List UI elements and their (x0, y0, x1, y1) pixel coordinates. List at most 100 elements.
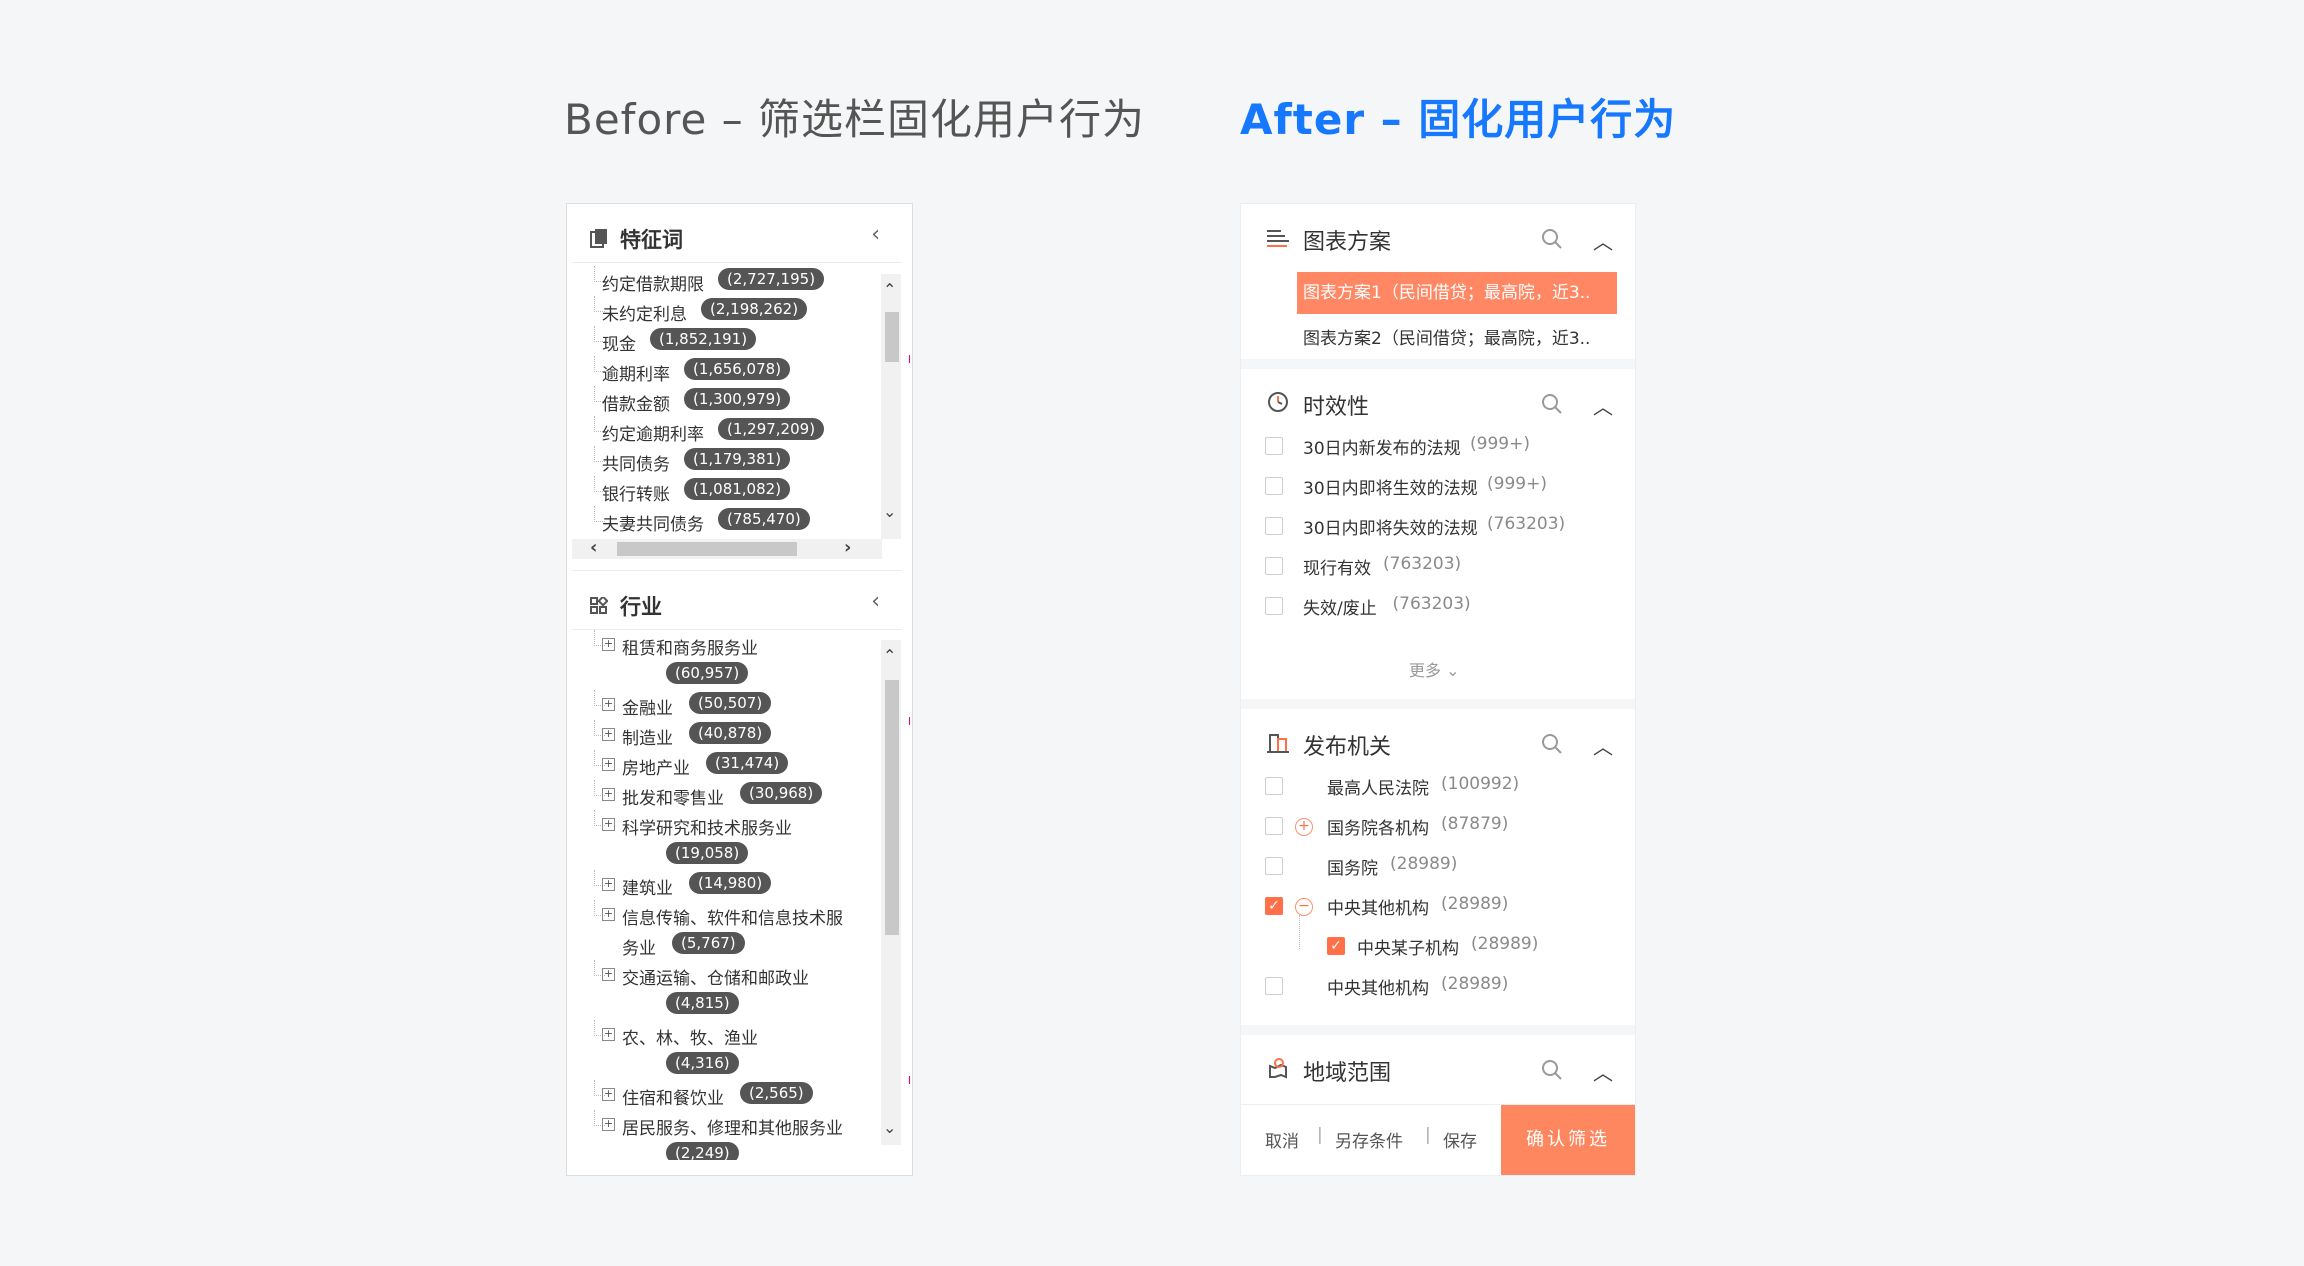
scroll-thumb[interactable] (885, 680, 899, 935)
checkbox-row[interactable]: 失效/废止 (763203) (1265, 589, 1615, 625)
list-item[interactable]: + 住宿和餐饮业 (2,565) (572, 1080, 882, 1110)
checked-checkbox[interactable]: ✓ (1265, 897, 1283, 915)
scroll-thumb[interactable] (885, 312, 899, 362)
chevron-up-icon[interactable]: ︿ (1593, 226, 1613, 255)
industry-header[interactable]: 行业 ‹ (572, 570, 902, 630)
confirm-filter-button[interactable]: 确认筛选 (1501, 1105, 1635, 1175)
plan-item-1[interactable]: 图表方案1（民间借贷；最高院，近3.. (1297, 272, 1617, 314)
list-item[interactable]: 逾期利率 (1,656,078) (572, 356, 882, 386)
expand-icon[interactable]: + (602, 908, 615, 921)
checkbox-row[interactable]: 现行有效 (763203) (1265, 549, 1615, 585)
keywords-hscroll[interactable]: ‹ › (572, 537, 882, 559)
checkbox[interactable] (1265, 557, 1283, 575)
chevron-up-icon[interactable]: ︿ (1593, 391, 1613, 420)
chevron-up-icon[interactable]: ⌃ (883, 280, 896, 299)
search-icon[interactable] (1541, 393, 1563, 419)
chevron-up-icon[interactable]: ⌃ (883, 646, 896, 665)
expand-icon[interactable]: + (602, 698, 615, 711)
search-icon[interactable] (1541, 1059, 1563, 1085)
save-as-button[interactable]: 另存条件 (1335, 1127, 1403, 1152)
checkbox[interactable] (1265, 437, 1283, 455)
list-item[interactable]: 未约定利息 (2,198,262) (572, 296, 882, 326)
checkbox[interactable] (1265, 777, 1283, 795)
chevron-down-icon[interactable]: ⌄ (883, 502, 896, 521)
chevron-down-icon: ⌄ (1446, 661, 1460, 680)
keywords-title: 特征词 (620, 228, 683, 252)
checkbox-row[interactable]: + 国务院各机构 (87879) (1265, 809, 1605, 845)
checkbox-row[interactable]: 30日内即将失效的法规 (763203) (1265, 509, 1615, 545)
list-item[interactable]: + 居民服务、修理和其他服务业 (572, 1110, 882, 1140)
plan-item-2[interactable]: 图表方案2（民间借贷；最高院，近3.. (1297, 318, 1617, 360)
list-item[interactable]: + 批发和零售业 (30,968) (572, 780, 882, 810)
chevron-up-icon[interactable]: ︿ (1593, 731, 1613, 760)
checkbox-row[interactable]: 30日内即将生效的法规 (999+) (1265, 469, 1615, 505)
checkbox[interactable] (1265, 477, 1283, 495)
cancel-button[interactable]: 取消 (1265, 1127, 1299, 1152)
list-item[interactable]: 现金 (1,852,191) (572, 326, 882, 356)
expand-icon[interactable]: + (602, 1028, 615, 1041)
list-item[interactable]: + 金融业 (50,507) (572, 690, 882, 720)
collapse-icon[interactable]: ‹ (871, 589, 880, 614)
list-item[interactable]: + 租赁和商务服务业 (572, 630, 882, 660)
search-icon[interactable] (1541, 228, 1563, 254)
keywords-vscroll[interactable]: ⌃ ⌄ (881, 274, 901, 539)
chevron-right-icon[interactable]: › (844, 537, 851, 558)
keyword-label: 借款金额 (602, 395, 670, 415)
keywords-header[interactable]: 特征词 ‹ (572, 204, 902, 263)
expand-icon[interactable]: + (602, 758, 615, 771)
checkbox-row[interactable]: ✓ 中央某子机构 (28989) (1299, 915, 1667, 965)
plans-header[interactable]: 图表方案 ︿ (1241, 204, 1635, 264)
marker (906, 1076, 910, 1084)
list-item[interactable]: 约定借款期限 (2,727,195) (572, 266, 882, 296)
expand-icon[interactable]: + (602, 818, 615, 831)
checkbox-row[interactable]: 中央其他机构 (28989) (1265, 969, 1605, 1005)
list-item[interactable]: 借款金额 (1,300,979) (572, 386, 882, 416)
expand-icon[interactable]: + (602, 968, 615, 981)
list-item[interactable]: 共同债务 (1,179,381) (572, 446, 882, 476)
checkbox-row[interactable]: 最高人民法院 (100992) (1265, 769, 1605, 805)
list-item[interactable]: + 农、林、牧、渔业 (572, 1020, 882, 1050)
checkbox[interactable] (1265, 597, 1283, 615)
expand-icon[interactable]: + (602, 788, 615, 801)
authority-header[interactable]: 发布机关 ︿ (1241, 709, 1635, 769)
list-item[interactable]: 银行转账 (1,081,082) (572, 476, 882, 506)
list-item-count: (4,815) (572, 990, 882, 1020)
collapse-icon[interactable]: − (1295, 898, 1313, 916)
region-header[interactable]: 地域范围 ︿ (1241, 1035, 1635, 1095)
checkbox-row[interactable]: 30日内新发布的法规 (999+) (1265, 429, 1615, 465)
industry-label: 居民服务、修理和其他服务业 (622, 1119, 843, 1139)
count-badge: (1,300,979) (684, 388, 791, 410)
divider: | (1317, 1125, 1323, 1145)
expand-icon[interactable]: + (1295, 818, 1313, 836)
expand-icon[interactable]: + (602, 1088, 615, 1101)
scroll-thumb[interactable] (617, 542, 797, 556)
list-item[interactable]: + 交通运输、仓储和邮政业 (572, 960, 882, 990)
list-item[interactable]: + 信息传输、软件和信息技术服 (572, 900, 882, 930)
checkbox[interactable] (1265, 857, 1283, 875)
save-button[interactable]: 保存 (1443, 1127, 1477, 1152)
chevron-up-icon[interactable]: ︿ (1593, 1057, 1613, 1086)
list-item[interactable]: 约定逾期利率 (1,297,209) (572, 416, 882, 446)
search-icon[interactable] (1541, 733, 1563, 759)
list-item[interactable]: + 房地产业 (31,474) (572, 750, 882, 780)
list-item[interactable]: + 科学研究和技术服务业 (572, 810, 882, 840)
collapse-icon[interactable]: ‹ (871, 222, 880, 247)
checkbox-row[interactable]: 国务院 (28989) (1265, 849, 1605, 885)
list-item[interactable]: 夫妻共同债务 (785,470) (572, 506, 882, 536)
checked-checkbox[interactable]: ✓ (1327, 937, 1345, 955)
expand-icon[interactable]: + (602, 728, 615, 741)
list-item[interactable]: + 制造业 (40,878) (572, 720, 882, 750)
expand-icon[interactable]: + (602, 878, 615, 891)
expand-icon[interactable]: + (602, 1118, 615, 1131)
checkbox-row[interactable]: ✓ − 中央其他机构 (28989) (1265, 889, 1605, 925)
expand-icon[interactable]: + (602, 638, 615, 651)
chevron-left-icon[interactable]: ‹ (590, 537, 597, 558)
chevron-down-icon[interactable]: ⌄ (883, 1118, 896, 1137)
more-link[interactable]: 更多 ⌄ (1409, 657, 1460, 681)
checkbox[interactable] (1265, 977, 1283, 995)
industry-vscroll[interactable]: ⌃ ⌄ (881, 640, 901, 1145)
checkbox[interactable] (1265, 517, 1283, 535)
list-item[interactable]: + 建筑业 (14,980) (572, 870, 882, 900)
timeliness-header[interactable]: 时效性 ︿ (1241, 369, 1635, 429)
checkbox[interactable] (1265, 817, 1283, 835)
